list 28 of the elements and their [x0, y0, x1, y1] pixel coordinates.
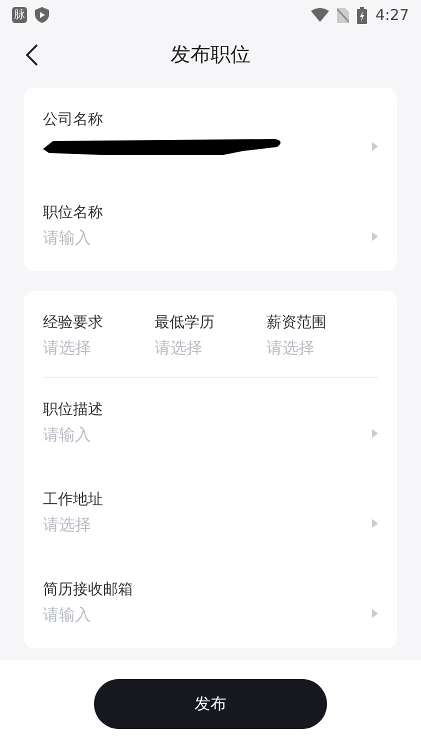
select-field[interactable]: 请选择: [266, 338, 378, 357]
field-label: 工作地址: [43, 490, 104, 509]
no-sim-icon: [337, 8, 350, 22]
page-title: 发布职位: [170, 40, 250, 68]
status-time: 4:27: [375, 6, 409, 24]
chevron-icon: [372, 429, 378, 438]
input-field[interactable]: 请选择: [43, 515, 364, 534]
input-field[interactable]: 请输入: [43, 605, 364, 624]
chevron-icon: [372, 609, 378, 618]
field-label: 公司名称: [43, 110, 104, 129]
battery-icon: [357, 6, 368, 24]
input-field[interactable]: 请输入: [43, 228, 364, 247]
select-field[interactable]: 请选择: [43, 338, 155, 357]
field-label: 最低学历: [154, 313, 216, 332]
select-field[interactable]: 请选择: [154, 338, 266, 357]
field-label: 简历接收邮箱: [43, 580, 134, 599]
chevron-icon: [372, 519, 378, 528]
field-label: 薪资范围: [266, 313, 328, 332]
chevron-icon: [372, 232, 378, 241]
input-field[interactable]: 请输入: [43, 425, 364, 444]
chevron-icon: [372, 142, 378, 151]
field-label: 职位描述: [43, 400, 104, 419]
field-label: 经验要求: [43, 313, 104, 332]
field-label: 职位名称: [43, 203, 104, 222]
app-notification-icon: 脉: [12, 7, 27, 23]
shield-play-icon: [35, 7, 49, 23]
wifi-icon: [311, 8, 330, 22]
publish-button[interactable]: 发布: [94, 679, 327, 729]
